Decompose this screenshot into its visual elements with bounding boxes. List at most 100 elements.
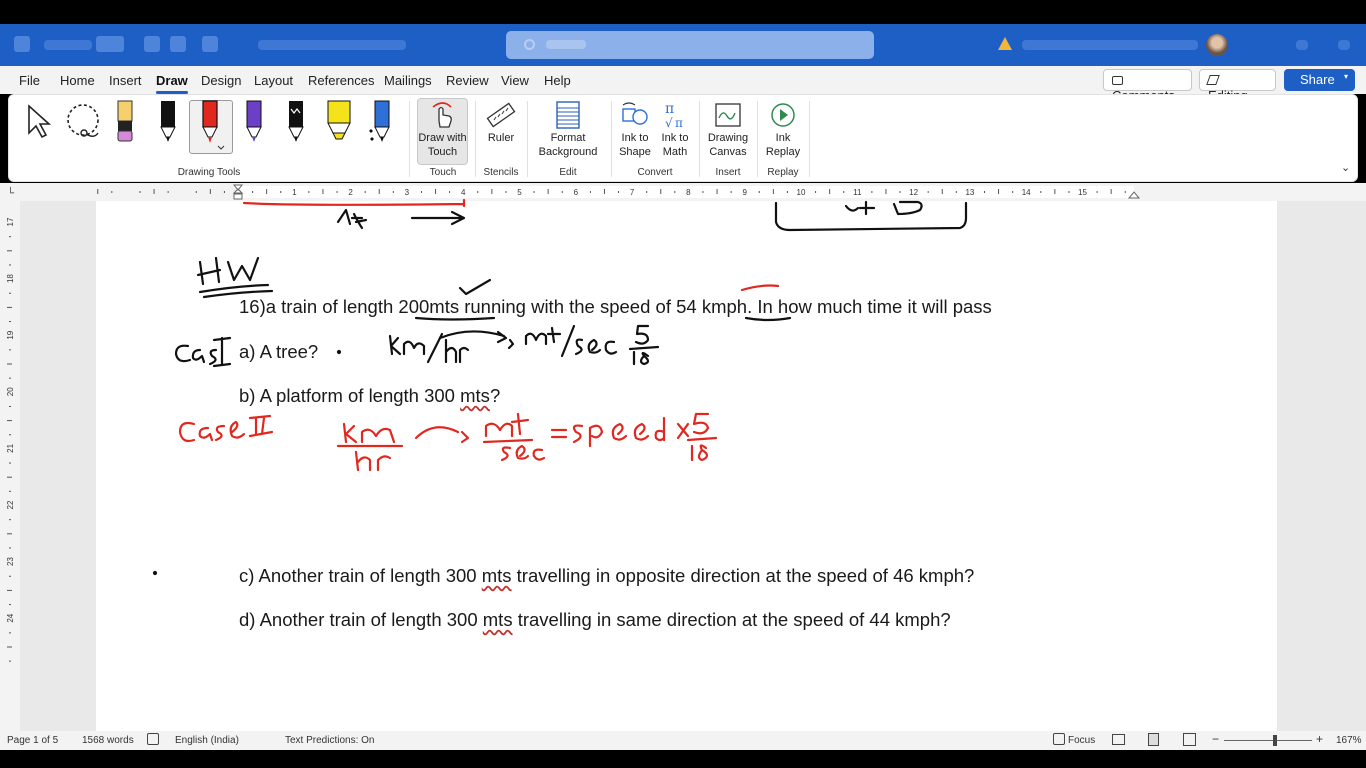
eraser-icon[interactable]	[115, 99, 135, 143]
avatar[interactable]	[1206, 34, 1228, 56]
draw-with-touch-label-1: Draw with	[418, 132, 467, 144]
horizontal-ruler[interactable]: 1 2 3 4 5 6 7 8 9 10 11 12 13 14 15 └	[0, 183, 1366, 201]
vertical-ruler-tick	[7, 646, 12, 648]
ruler-tick	[927, 191, 929, 193]
zoom-out-icon[interactable]: −	[1212, 732, 1219, 746]
close-icon[interactable]	[1338, 40, 1350, 50]
ruler-tick	[843, 191, 845, 193]
svg-text:π: π	[665, 101, 674, 117]
drawing-canvas-label-2: Canvas	[709, 146, 747, 158]
language-indicator[interactable]: English (India)	[175, 735, 239, 746]
select-cursor-icon[interactable]	[25, 103, 53, 139]
question-16[interactable]: 16)a train of length 200mts running with…	[239, 296, 992, 318]
tab-stop-selector-icon[interactable]: └	[7, 186, 15, 199]
vertical-ruler-tick	[9, 434, 11, 436]
vertical-ruler-tick	[9, 575, 11, 577]
question-a[interactable]: a) A tree?	[239, 341, 318, 363]
proofing-icon[interactable]	[147, 733, 159, 745]
tab-review[interactable]: Review	[446, 73, 489, 88]
tab-references[interactable]: References	[308, 73, 374, 88]
document-page[interactable]	[96, 201, 1277, 731]
bottom-black-bar	[0, 750, 1366, 768]
tab-mailings[interactable]: Mailings	[384, 73, 432, 88]
group-label-edit: Edit	[559, 167, 577, 178]
ruler-tick	[420, 191, 422, 193]
vertical-ruler-tick	[9, 604, 11, 606]
tab-view[interactable]: View	[501, 73, 529, 88]
comments-button[interactable]: Comments	[1103, 69, 1192, 103]
galaxy-pen-icon[interactable]	[369, 99, 393, 143]
ruler-tick	[1110, 189, 1112, 194]
ruler-icon[interactable]	[485, 101, 517, 129]
ruler-number: 11	[853, 188, 862, 197]
lasso-select-icon[interactable]	[64, 103, 102, 141]
redo-icon[interactable]	[202, 36, 218, 52]
vertical-ruler[interactable]: 17 18 19 20 21 22 23 24	[0, 201, 20, 731]
autosave-blur	[44, 40, 92, 50]
zoom-level[interactable]: 167%	[1336, 735, 1362, 746]
ink-to-shape-icon[interactable]	[621, 101, 649, 129]
warning-icon[interactable]	[998, 37, 1012, 50]
drawing-canvas-icon[interactable]	[713, 101, 743, 129]
ruler-tick	[1124, 191, 1126, 193]
zoom-slider[interactable]	[1224, 740, 1312, 741]
vertical-ruler-tick	[7, 306, 12, 308]
vertical-ruler-tick	[7, 476, 12, 478]
ruler-number: 3	[405, 188, 410, 197]
read-mode-icon[interactable]	[1112, 734, 1125, 745]
ruler-number: 2	[348, 188, 353, 197]
tab-layout[interactable]: Layout	[254, 73, 293, 88]
question-c[interactable]: c) Another train of length 300 mts trave…	[239, 565, 974, 587]
format-background-icon[interactable]	[554, 100, 582, 130]
zoom-in-icon[interactable]: +	[1316, 732, 1323, 746]
ruler-tick	[209, 189, 211, 194]
web-layout-icon[interactable]	[1183, 733, 1196, 746]
zoom-slider-thumb[interactable]	[1273, 735, 1277, 746]
word-count[interactable]: 1568 words	[82, 735, 134, 746]
ruler-tick	[716, 189, 718, 194]
word-app-icon	[14, 36, 30, 52]
ruler-number: 6	[574, 188, 579, 197]
ink-replay-icon[interactable]	[769, 101, 797, 129]
indent-marker-icon[interactable]	[232, 184, 244, 200]
undo-icon[interactable]	[170, 36, 186, 52]
tab-design[interactable]: Design	[201, 73, 241, 88]
ruler-tick	[758, 191, 760, 193]
page-indicator[interactable]: Page 1 of 5	[7, 735, 58, 746]
black-pencil-icon[interactable]	[285, 99, 307, 143]
group-label-insert: Insert	[715, 167, 741, 178]
search-box[interactable]	[506, 31, 874, 59]
text-predictions-status[interactable]: Text Predictions: On	[285, 735, 374, 746]
focus-icon[interactable]	[1053, 733, 1065, 745]
account-name-blur	[1022, 40, 1198, 50]
tab-file[interactable]: File	[19, 73, 40, 88]
ruler-tick	[618, 191, 620, 193]
ink-to-math-icon[interactable]: π √ π	[661, 99, 689, 129]
yellow-highlighter-icon[interactable]	[325, 99, 353, 143]
black-pen-icon[interactable]	[157, 99, 179, 143]
autosave-toggle-icon[interactable]	[96, 36, 124, 52]
tab-help[interactable]: Help	[544, 73, 571, 88]
vertical-ruler-tick	[9, 462, 11, 464]
minimize-icon[interactable]	[1296, 40, 1308, 50]
qc-text-2: travelling in opposite direction at the …	[511, 565, 975, 586]
tab-insert[interactable]: Insert	[109, 73, 142, 88]
share-button[interactable]: Share ▾	[1284, 69, 1355, 91]
status-bar: Page 1 of 5 1568 words English (India) T…	[0, 731, 1366, 750]
vertical-ruler-tick	[9, 632, 11, 634]
share-dropdown-icon[interactable]: ▾	[1344, 72, 1348, 81]
ruler-number: 14	[1022, 188, 1031, 197]
ruler-number: 5	[517, 188, 522, 197]
question-d[interactable]: d) Another train of length 300 mts trave…	[239, 609, 951, 631]
focus-label[interactable]: Focus	[1068, 735, 1095, 746]
tab-draw[interactable]: Draw	[156, 73, 188, 94]
purple-pen-icon[interactable]	[243, 99, 265, 143]
collapse-ribbon-icon[interactable]: ⌄	[1341, 161, 1350, 174]
print-layout-icon[interactable]	[1148, 733, 1159, 746]
red-pen-icon[interactable]	[199, 99, 225, 155]
editing-mode-button[interactable]: Editing▾	[1199, 69, 1276, 103]
question-b[interactable]: b) A platform of length 300 mts?	[239, 385, 500, 407]
tab-home[interactable]: Home	[60, 73, 95, 88]
save-icon[interactable]	[144, 36, 160, 52]
ruler-tick	[252, 191, 254, 193]
